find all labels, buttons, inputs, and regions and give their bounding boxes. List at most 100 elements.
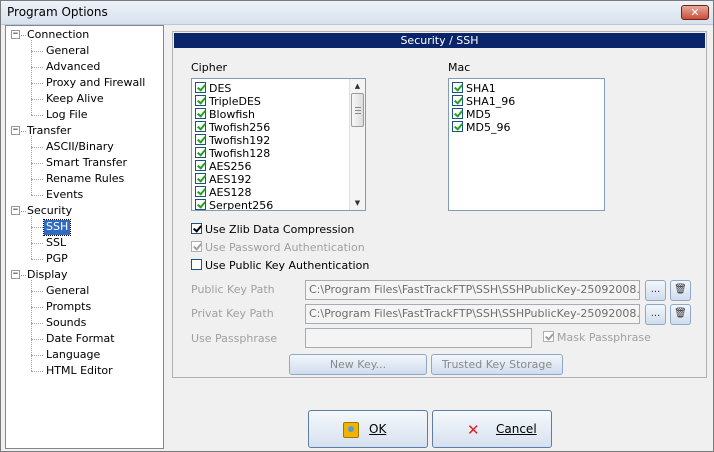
scroll-down-icon[interactable]: ▼ [350,196,365,210]
zlib-label: Use Zlib Data Compression [205,223,355,236]
private-key-path-label: Privat Key Path [191,307,274,320]
mac-checkbox[interactable] [452,121,463,132]
cipher-listbox[interactable]: ▲ ▼ DES TripleDES Blowfish Twofish256 Twofis… [191,78,366,211]
mac-item[interactable]: MD5 [452,108,491,121]
tree-group-connection[interactable]: Connection [25,28,91,43]
zlib-option[interactable]: Use Zlib Data Compression [191,223,354,237]
tree-item-proxy-and-firewall[interactable]: Proxy and Firewall [44,76,147,91]
cipher-item[interactable]: AES192 [195,173,251,186]
passphrase-label: Use Passphrase [191,332,278,345]
tree-expand-toggle[interactable]: − [11,206,20,215]
tree-item-events[interactable]: Events [44,188,85,203]
cipher-checkbox[interactable] [195,186,206,197]
mac-listbox[interactable]: SHA1 SHA1_96 MD5 MD5_96 [448,78,605,211]
options-tree[interactable]: − Connection General Advanced Proxy and Fire… [5,25,164,449]
cipher-item[interactable]: TripleDES [195,95,261,108]
tree-expand-toggle[interactable]: − [11,270,20,279]
private-key-browse-button: ... [645,304,666,325]
mac-label: MD5_96 [466,121,511,134]
public-key-path-field: C:\Program Files\FastTrackFTP\SSH\SSHPub… [305,280,640,300]
cipher-checkbox[interactable] [195,134,206,145]
tree-item-smart-transfer[interactable]: Smart Transfer [44,156,129,171]
tree-item-language[interactable]: Language [44,348,102,363]
password-auth-option: Use Password Authentication [191,241,365,255]
recycle-bin-icon: 🗑 [674,284,687,295]
tree-item-html-editor[interactable]: HTML Editor [44,364,115,379]
tree-item-sounds[interactable]: Sounds [44,316,88,331]
cipher-checkbox[interactable] [195,108,206,119]
cipher-label: Twofish192 [209,134,271,147]
cipher-item[interactable]: Twofish256 [195,121,270,134]
mac-checkbox[interactable] [452,82,463,93]
tree-item-advanced[interactable]: Advanced [44,60,102,75]
title-bar: Program Options ✕ [1,1,713,25]
tree-item-ssl[interactable]: SSL [44,236,68,251]
tree-item-general[interactable]: General [44,284,91,299]
ok-button[interactable]: OK [308,410,428,448]
mac-label: Mac [448,61,471,74]
tree-item-keep-alive[interactable]: Keep Alive [44,92,106,107]
cipher-item[interactable]: AES128 [195,186,251,199]
pubkey-auth-checkbox[interactable] [191,259,202,270]
cipher-item[interactable]: Twofish128 [195,147,270,160]
cipher-label: AES192 [209,173,252,186]
tree-group-transfer[interactable]: Transfer [25,124,73,139]
public-key-browse-button: ... [645,280,666,301]
cipher-item[interactable]: Blowfish [195,108,255,121]
cipher-checkbox[interactable] [195,199,206,210]
ok-label: OK [369,422,387,436]
mac-item[interactable]: SHA1 [452,82,496,95]
tree-expand-toggle[interactable]: − [11,126,20,135]
mask-passphrase-checkbox [543,331,554,342]
cipher-checkbox[interactable] [195,121,206,132]
pubkey-auth-option[interactable]: Use Public Key Authentication [191,259,369,273]
close-button[interactable]: ✕ [681,5,709,20]
window-title: Program Options [7,5,108,19]
program-options-window: Program Options ✕ − Connection General Adva… [0,0,714,452]
cipher-label: Twofish256 [209,121,271,134]
public-key-path-label: Public Key Path [191,283,275,296]
tree-item-date-format[interactable]: Date Format [44,332,117,347]
tree-group-security[interactable]: Security [25,204,74,219]
tree-item-general[interactable]: General [44,44,91,59]
cipher-scrollbar[interactable]: ▲ ▼ [349,79,365,210]
cancel-label: Cancel [496,422,537,436]
cipher-item[interactable]: Twofish192 [195,134,270,147]
cipher-checkbox[interactable] [195,82,206,93]
scroll-up-icon[interactable]: ▲ [350,79,365,93]
cancel-button[interactable]: ✕ Cancel [432,410,552,448]
cipher-item[interactable]: DES [195,82,231,95]
tree-item-rename-rules[interactable]: Rename Rules [44,172,126,187]
tree-item-pgp[interactable]: PGP [44,252,70,267]
zlib-checkbox[interactable] [191,223,202,234]
cipher-checkbox[interactable] [195,95,206,106]
trusted-key-storage-button: Trusted Key Storage [431,354,563,375]
cipher-item[interactable]: Serpent256 [195,199,273,210]
cipher-checkbox[interactable] [195,147,206,158]
mac-checkbox[interactable] [452,108,463,119]
cipher-label: AES256 [209,160,252,173]
cipher-label: Cipher [191,61,227,74]
tree-item-log-file[interactable]: Log File [44,108,90,123]
recycle-bin-icon: 🗑 [674,308,687,319]
mac-item[interactable]: MD5_96 [452,121,510,134]
tree-item-prompts[interactable]: Prompts [44,300,93,315]
tree-item-ascii-binary[interactable]: ASCII/Binary [44,140,116,155]
tree-item-ssh[interactable]: SSH [42,219,72,236]
mac-item[interactable]: SHA1_96 [452,95,515,108]
cipher-item[interactable]: AES256 [195,160,251,173]
cipher-label: Blowfish [209,108,255,121]
private-key-path-field: C:\Program Files\FastTrackFTP\SSH\SSHPub… [305,304,640,324]
password-auth-label: Use Password Authentication [205,241,365,254]
browse-icon: ... [650,308,661,319]
panel-header: Security / SSH [174,33,705,48]
cipher-checkbox[interactable] [195,173,206,184]
mac-checkbox[interactable] [452,95,463,106]
cipher-checkbox[interactable] [195,160,206,171]
cancel-icon: ✕ [467,421,480,439]
new-key-button: New Key... [289,354,427,375]
tree-expand-toggle[interactable]: − [11,30,20,39]
mask-passphrase-label: Mask Passphrase [557,331,651,344]
scroll-thumb[interactable] [351,93,364,127]
passphrase-field [305,328,532,348]
